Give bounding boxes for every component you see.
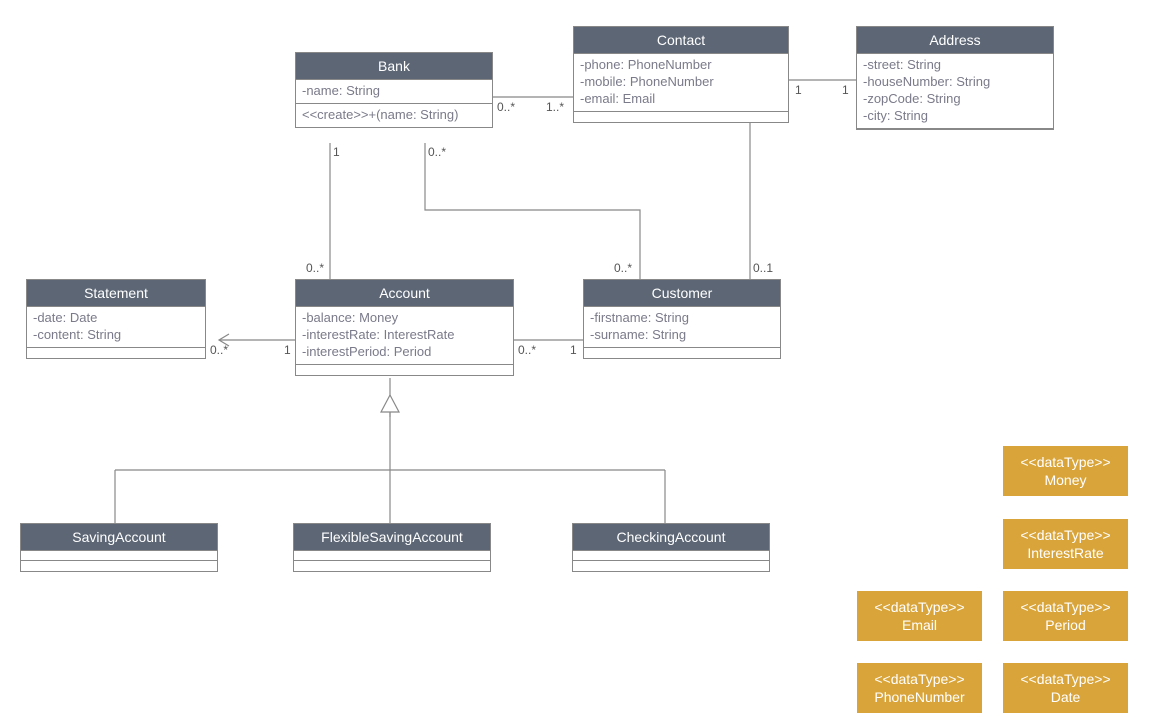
attr: -zopCode: String [863,91,1047,108]
attr: -email: Email [580,91,782,108]
datatype-phone: <<dataType>> PhoneNumber [857,663,982,713]
attr: -date: Date [33,310,199,327]
class-flexible: FlexibleSavingAccount [293,523,491,572]
dt-name: Email [867,617,972,633]
attr: -name: String [302,83,486,100]
class-address: Address -street: String -houseNumber: St… [856,26,1054,130]
stereotype: <<dataType>> [867,599,972,615]
dt-name: Money [1013,472,1118,488]
class-saving: SavingAccount [20,523,218,572]
attr: -city: String [863,108,1047,125]
class-bank-title: Bank [296,53,492,80]
class-customer-title: Customer [584,280,780,307]
class-bank: Bank -name: String <<create>>+(name: Str… [295,52,493,128]
datatype-interest: <<dataType>> InterestRate [1003,519,1128,569]
stereotype: <<dataType>> [1013,454,1118,470]
class-address-title: Address [857,27,1053,54]
op: <<create>>+(name: String) [302,107,486,124]
attr: -phone: PhoneNumber [580,57,782,74]
mult: 0..* [614,261,632,275]
mult: 0..* [428,145,446,159]
attr: -mobile: PhoneNumber [580,74,782,91]
mult: 1 [333,145,340,159]
attr: -surname: String [590,327,774,344]
dt-name: Date [1013,689,1118,705]
class-customer: Customer -firstname: String -surname: St… [583,279,781,359]
attr: -interestPeriod: Period [302,344,507,361]
dt-name: Period [1013,617,1118,633]
mult: 1 [570,343,577,357]
mult: 0..* [497,100,515,114]
class-contact-title: Contact [574,27,788,54]
datatype-date: <<dataType>> Date [1003,663,1128,713]
class-flexible-title: FlexibleSavingAccount [294,524,490,551]
attr: -balance: Money [302,310,507,327]
class-checking: CheckingAccount [572,523,770,572]
dt-name: PhoneNumber [867,689,972,705]
class-contact: Contact -phone: PhoneNumber -mobile: Pho… [573,26,789,123]
datatype-email: <<dataType>> Email [857,591,982,641]
stereotype: <<dataType>> [867,671,972,687]
attr: -content: String [33,327,199,344]
class-statement-title: Statement [27,280,205,307]
attr: -firstname: String [590,310,774,327]
stereotype: <<dataType>> [1013,671,1118,687]
dt-name: InterestRate [1013,545,1118,561]
mult: 1 [795,83,802,97]
datatype-period: <<dataType>> Period [1003,591,1128,641]
stereotype: <<dataType>> [1013,527,1118,543]
class-checking-title: CheckingAccount [573,524,769,551]
mult: 1..* [546,100,564,114]
mult: 1 [284,343,291,357]
attr: -houseNumber: String [863,74,1047,91]
mult: 0..* [518,343,536,357]
datatype-money: <<dataType>> Money [1003,446,1128,496]
class-account: Account -balance: Money -interestRate: I… [295,279,514,376]
mult: 1 [842,83,849,97]
stereotype: <<dataType>> [1013,599,1118,615]
mult: 0..* [210,343,228,357]
mult: 0..* [306,261,324,275]
class-statement: Statement -date: Date -content: String [26,279,206,359]
attr: -street: String [863,57,1047,74]
class-account-title: Account [296,280,513,307]
mult: 0..1 [753,261,773,275]
class-saving-title: SavingAccount [21,524,217,551]
attr: -interestRate: InterestRate [302,327,507,344]
